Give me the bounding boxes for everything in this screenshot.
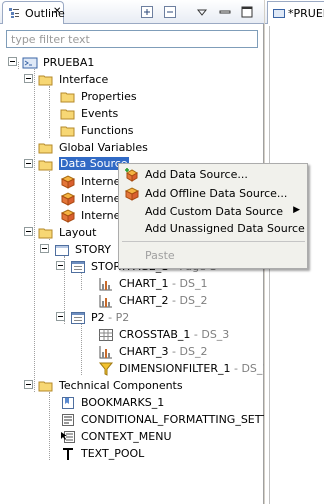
- collapse-toggle[interactable]: [24, 380, 33, 389]
- menu-item-add-data-source[interactable]: Add Data Source...: [120, 166, 306, 184]
- folder-icon: [60, 109, 75, 120]
- collapse-toggle[interactable]: [24, 74, 33, 83]
- filter-icon: [98, 362, 114, 376]
- folder-icon: [38, 381, 53, 392]
- folder-icon: [38, 160, 53, 171]
- collapse-all-icon[interactable]: [163, 5, 177, 19]
- chart-icon: [99, 295, 112, 308]
- context-menu-icon: [61, 431, 75, 443]
- menu-item-paste[interactable]: Paste: [120, 247, 306, 265]
- folder-icon: [60, 126, 75, 137]
- data-source-icon: [60, 209, 76, 223]
- outline-tab[interactable]: Outline ✕: [2, 1, 65, 24]
- collapse-toggle[interactable]: [24, 159, 33, 168]
- folder-icon: [38, 75, 53, 86]
- data-source-icon: [124, 187, 140, 201]
- story-icon: [55, 245, 69, 256]
- text-pool-icon: [63, 448, 73, 460]
- menu-item-add-custom-data-source[interactable]: Add Custom Data Source ▶: [120, 203, 306, 221]
- collapse-toggle[interactable]: [56, 261, 65, 270]
- menu-item-add-unassigned-data-source[interactable]: Add Unassigned Data Source: [120, 220, 306, 238]
- maximize-icon[interactable]: [240, 5, 254, 19]
- crosstab-icon: [99, 329, 113, 341]
- submenu-arrow-icon: ▶: [293, 205, 300, 215]
- context-menu: Add Data Source... Add Offline Data Sour…: [118, 163, 308, 269]
- editor-tab-bar: *PRUEB: [265, 0, 324, 24]
- minimize-icon[interactable]: [218, 5, 232, 19]
- outline-tree: PRUEBA1 Interface Properties Events Func…: [0, 52, 264, 504]
- collapse-toggle[interactable]: [40, 244, 49, 253]
- folder-icon: [38, 143, 53, 154]
- outline-tab-bar: Outline ✕: [0, 0, 264, 24]
- application-icon: [22, 57, 38, 69]
- collapse-toggle[interactable]: [56, 312, 65, 321]
- collapse-toggle[interactable]: [8, 57, 17, 66]
- expand-icon[interactable]: [140, 5, 154, 19]
- page-icon: [71, 312, 85, 324]
- data-source-icon: [60, 175, 76, 189]
- folder-icon: [60, 92, 75, 103]
- page-icon: [71, 261, 85, 273]
- add-data-source-icon: [125, 168, 138, 182]
- outline-view-icon: [9, 8, 19, 18]
- menu-item-add-offline-data-source[interactable]: Add Offline Data Source...: [120, 185, 306, 203]
- close-icon[interactable]: ✕: [53, 6, 61, 17]
- folder-icon: [38, 228, 53, 239]
- chart-icon: [99, 346, 112, 359]
- menu-separator: [122, 241, 305, 242]
- conditional-formatting-icon: [62, 414, 74, 426]
- editor-tab[interactable]: *PRUEB: [267, 1, 324, 24]
- filter-input[interactable]: [6, 30, 258, 48]
- view-menu-icon[interactable]: [195, 5, 209, 19]
- data-source-icon: [60, 192, 76, 206]
- application-icon: [273, 9, 285, 18]
- collapse-toggle[interactable]: [24, 227, 33, 236]
- bookmarks-icon: [62, 397, 74, 409]
- chart-icon: [99, 278, 112, 291]
